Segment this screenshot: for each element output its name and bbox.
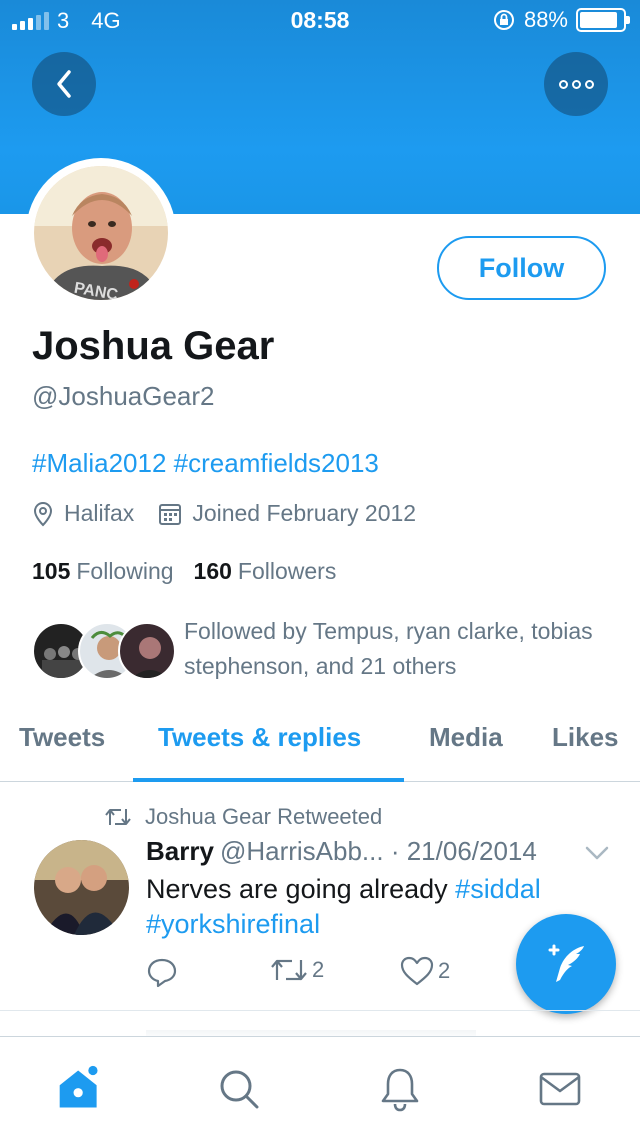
- profile-avatar[interactable]: PANC: [26, 158, 176, 308]
- followers-label: Followers: [237, 558, 337, 584]
- more-dots-icon: [558, 79, 594, 89]
- battery-percent: 88%: [523, 7, 568, 32]
- tweet-options-caret[interactable]: [585, 845, 609, 866]
- location-icon: [33, 501, 53, 526]
- hashtag-link[interactable]: #yorkshirefinal: [146, 909, 320, 939]
- heart-icon: [400, 956, 434, 986]
- messages-icon: [539, 1072, 581, 1106]
- retweet-button[interactable]: 2: [270, 956, 324, 984]
- chevron-down-icon: [585, 846, 609, 860]
- tweet-text: Nerves are going already #siddal #yorkshi…: [146, 872, 586, 942]
- reply-button[interactable]: [146, 956, 178, 988]
- tweet-divider: [0, 1010, 640, 1011]
- compose-feather-icon: [548, 944, 584, 982]
- search-icon: [220, 1070, 259, 1109]
- profile-bio[interactable]: #Malia2012 #creamfields2013: [32, 448, 379, 479]
- avatar-photo: PANC: [34, 166, 168, 300]
- compose-tweet-button[interactable]: [516, 914, 616, 1014]
- profile-name: Joshua Gear: [32, 324, 275, 368]
- bottom-navigation: [0, 1036, 640, 1136]
- nav-search[interactable]: [215, 1065, 263, 1113]
- joined-label: Joined February 2012: [192, 500, 417, 526]
- tweet-author-avatar[interactable]: [34, 840, 129, 935]
- retweet-context: Joshua Gear Retweeted: [105, 804, 382, 830]
- back-button[interactable]: [32, 52, 96, 116]
- followed-by-section[interactable]: Followed by Tempus, ryan clarke, tobias …: [32, 614, 622, 684]
- notifications-icon: [381, 1068, 419, 1112]
- followers-count-link[interactable]: 160 Followers: [194, 558, 337, 585]
- follow-button[interactable]: Follow: [437, 236, 606, 300]
- follower-avatar: [118, 622, 176, 680]
- retweet-label: Joshua Gear Retweeted: [145, 804, 383, 829]
- calendar-icon: [159, 503, 182, 525]
- tab-likes[interactable]: Likes: [552, 722, 619, 753]
- battery-icon: [576, 8, 630, 32]
- location-label: Halifax: [64, 500, 135, 526]
- tab-tweets-replies[interactable]: Tweets & replies: [158, 722, 361, 753]
- hashtag-link[interactable]: #siddal: [455, 874, 541, 904]
- tweet-actions: 2 2: [146, 956, 476, 992]
- tweet-date: · 21/06/2014: [390, 836, 537, 866]
- following-label: Following: [76, 558, 174, 584]
- tweet-text-plain: Nerves are going already: [146, 874, 456, 904]
- profile-meta: Halifax Joined February 2012: [32, 500, 440, 527]
- retweet-count: 2: [312, 957, 325, 982]
- rotation-lock-icon: [493, 10, 514, 30]
- tab-media[interactable]: Media: [429, 722, 503, 753]
- more-options-button[interactable]: [544, 52, 608, 116]
- profile-handle: @JoshuaGear2: [32, 381, 215, 411]
- status-bar: 3 4G 08:58 88%: [0, 0, 640, 40]
- followers-count: 160: [193, 558, 232, 584]
- tab-tweets[interactable]: Tweets: [19, 722, 105, 753]
- following-count-link[interactable]: 105 Following: [32, 558, 174, 585]
- nav-notifications[interactable]: [376, 1065, 424, 1113]
- active-tab-indicator: [133, 778, 404, 782]
- tweet-author-handle[interactable]: @HarrisAbb...: [220, 836, 384, 866]
- home-icon: [59, 1065, 98, 1108]
- reply-icon: [147, 958, 177, 988]
- tweet-author-name[interactable]: Barry: [146, 836, 214, 866]
- chevron-left-icon: [57, 70, 71, 98]
- retweet-icon: [105, 809, 131, 825]
- like-button[interactable]: 2: [400, 956, 450, 986]
- tweet-header: Barry @HarrisAbb... · 21/06/2014: [146, 836, 537, 867]
- retweet-icon: [271, 959, 307, 981]
- following-count: 105: [32, 558, 71, 584]
- nav-home[interactable]: [56, 1065, 104, 1113]
- followed-by-avatars: [32, 622, 176, 682]
- nav-messages[interactable]: [536, 1065, 584, 1113]
- like-count: 2: [438, 958, 451, 983]
- followed-by-text: Followed by Tempus, ryan clarke, tobias …: [184, 618, 593, 679]
- profile-tabs: Tweets Tweets & replies Media Likes: [0, 712, 640, 782]
- follow-counts: 105 Following 160 Followers: [32, 558, 336, 585]
